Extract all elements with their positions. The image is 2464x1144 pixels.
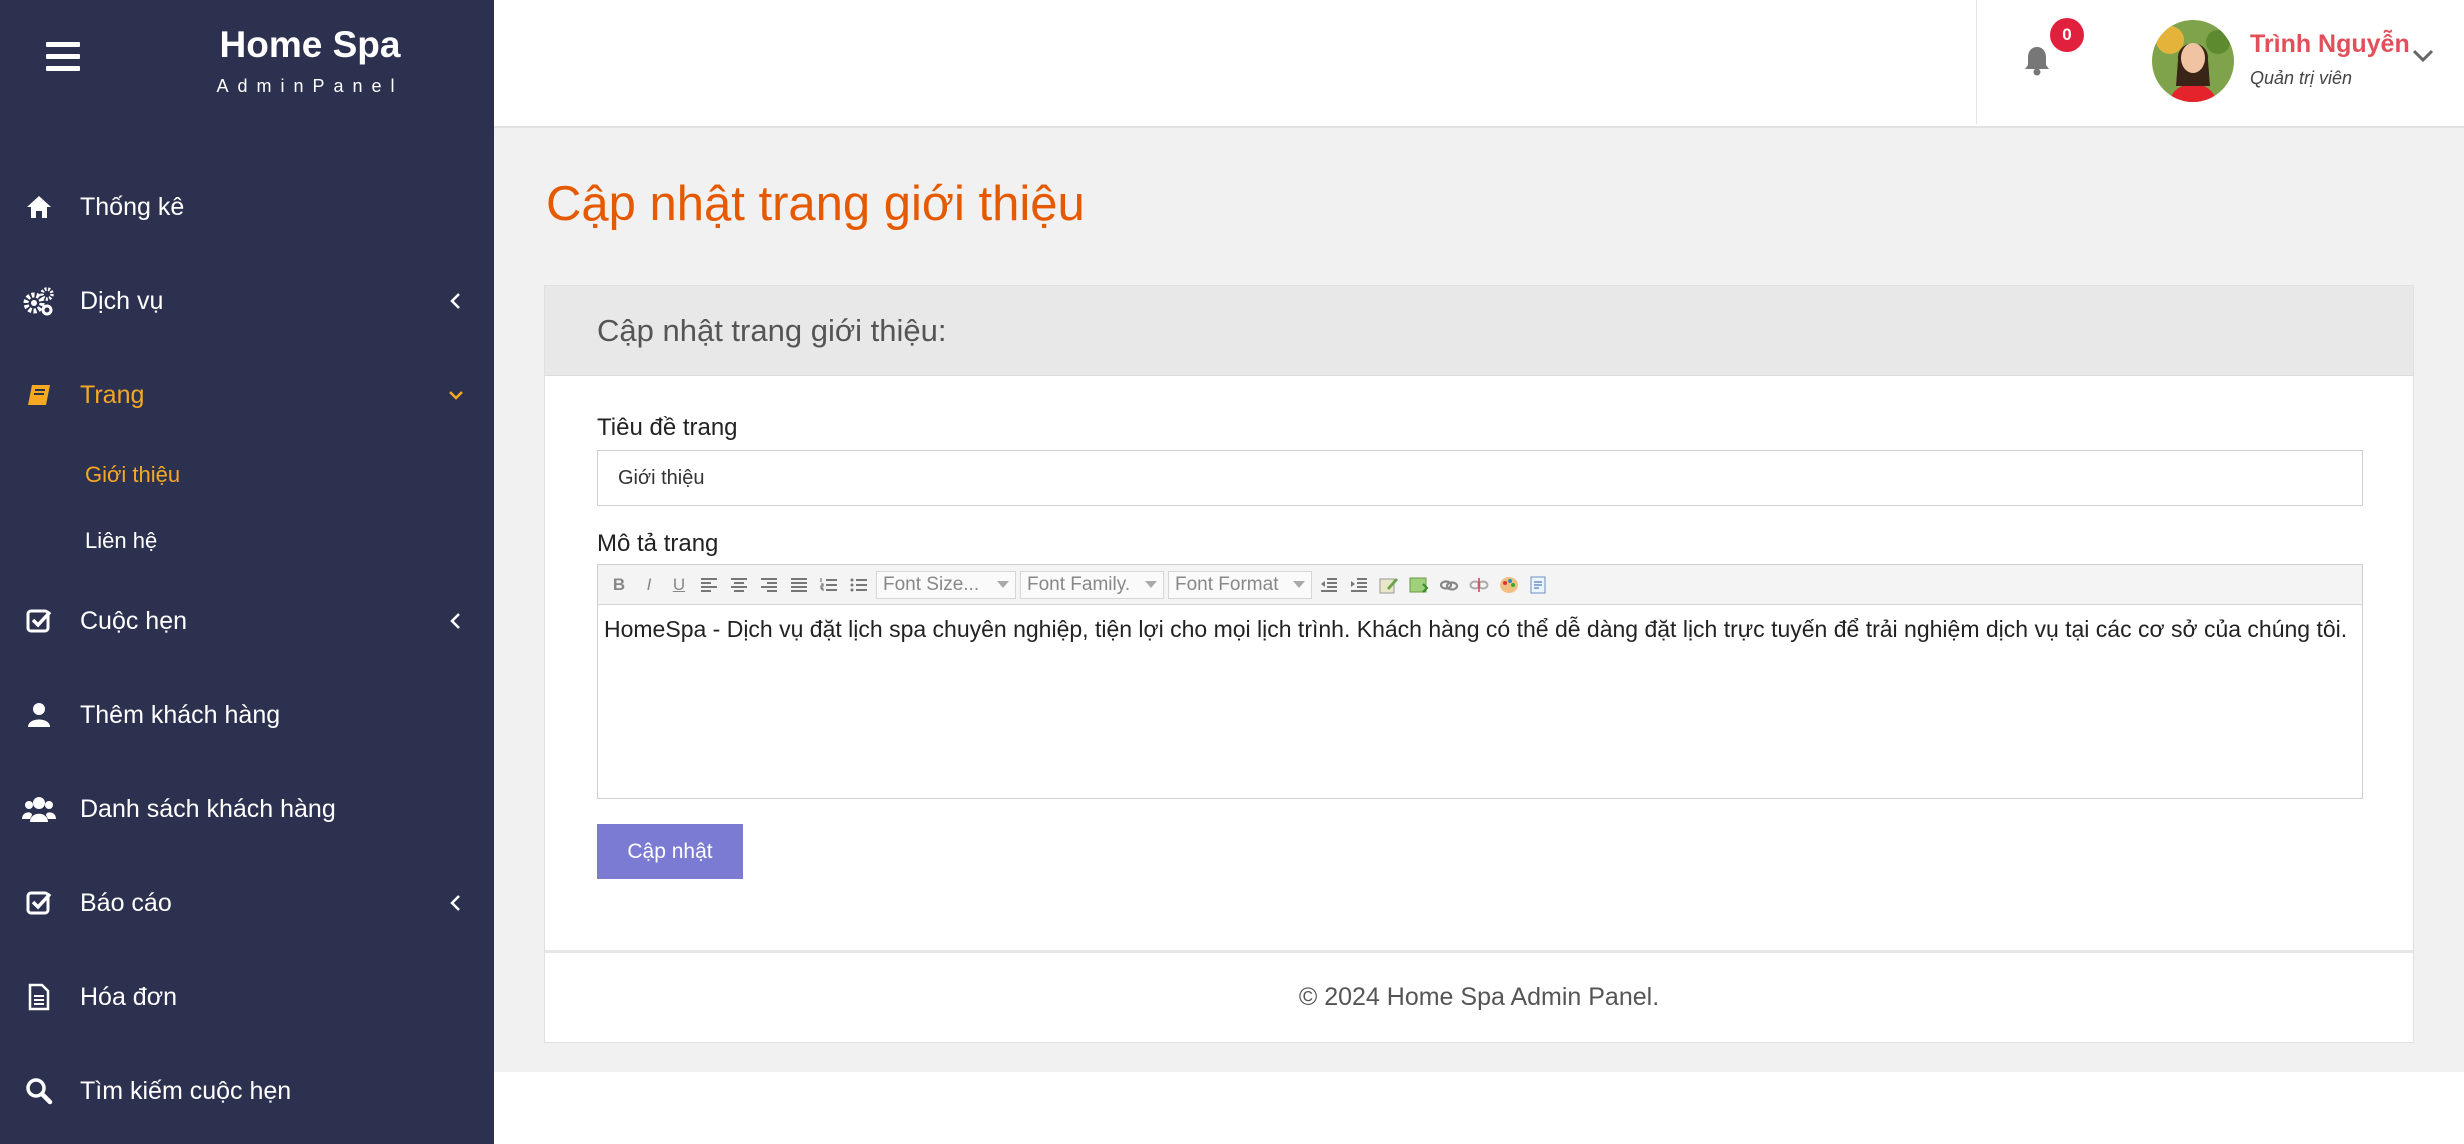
font-size-select[interactable]: Font Size... (876, 570, 1016, 599)
check-square-icon (22, 886, 56, 920)
header-divider (1976, 0, 1977, 124)
font-format-select-label: Font Format (1175, 573, 1279, 595)
sidebar-item-label: Cuộc hẹn (80, 606, 188, 635)
chevron-left-icon (446, 611, 466, 631)
sidebar-subitem-gioi-thieu[interactable]: Giới thiệu (0, 442, 494, 508)
sidebar-menu: Thống kê Dịch vụ Trang Giới thiệu Liên h… (0, 160, 494, 1138)
font-size-select-label: Font Size... (883, 573, 980, 595)
footer-text: © 2024 Home Spa Admin Panel. (545, 950, 2413, 1042)
user-icon (22, 698, 56, 732)
color-picker-icon[interactable] (1496, 571, 1522, 599)
notification-badge: 0 (2050, 18, 2084, 52)
search-icon (22, 1074, 56, 1108)
check-square-icon (22, 604, 56, 638)
gears-icon (22, 284, 56, 318)
chevron-left-icon (446, 291, 466, 311)
avatar[interactable] (2152, 20, 2234, 102)
unlink-icon[interactable] (1466, 571, 1492, 599)
sidebar-item-label: Báo cáo (80, 888, 172, 917)
bold-icon[interactable]: B (606, 571, 632, 599)
sidebar-item-cuoc-hen[interactable]: Cuộc hẹn (0, 574, 494, 668)
update-button[interactable]: Cập nhật (597, 824, 743, 879)
edit-icon[interactable] (1376, 571, 1402, 599)
page-title-input[interactable] (597, 450, 2363, 506)
font-family-select[interactable]: Font Family. (1020, 570, 1164, 599)
submenu-trang: Giới thiệu Liên hệ (0, 442, 494, 574)
indent-icon[interactable] (1346, 571, 1372, 599)
font-family-select-label: Font Family. (1027, 573, 1131, 595)
align-left-icon[interactable] (696, 571, 722, 599)
sidebar-item-label: Thêm khách hàng (80, 700, 281, 729)
brand-title: Home Spa (219, 24, 401, 65)
sidebar-item-label: Danh sách khách hàng (80, 794, 336, 823)
sidebar-item-hoa-don[interactable]: Hóa đơn (0, 950, 494, 1044)
chevron-down-icon[interactable] (2408, 40, 2438, 70)
sidebar-item-label: Tìm kiếm cuộc hẹn (80, 1076, 292, 1105)
user-role: Quản trị viên (2250, 68, 2353, 88)
sidebar-item-label: Hóa đơn (80, 982, 178, 1011)
sidebar: Home Spa AdminPanel Thống kê Dịch vụ Tra… (0, 0, 494, 1144)
main-content: Cập nhật trang giới thiệu Cập nhật trang… (494, 128, 2464, 1072)
editor-toolbar: B I U Font Size... Font Family. Font For… (598, 565, 2362, 605)
ordered-list-icon[interactable] (816, 571, 842, 599)
file-icon (22, 980, 56, 1014)
sidebar-item-trang[interactable]: Trang (0, 348, 494, 442)
title-field-label: Tiêu đề trang (597, 414, 738, 441)
link-icon[interactable] (1436, 571, 1462, 599)
italic-icon[interactable]: I (636, 571, 662, 599)
sidebar-item-thong-ke[interactable]: Thống kê (0, 160, 494, 254)
sidebar-item-label: Dịch vụ (80, 286, 164, 315)
sidebar-item-them-khach-hang[interactable]: Thêm khách hàng (0, 668, 494, 762)
chevron-left-icon (446, 893, 466, 913)
outdent-icon[interactable] (1316, 571, 1342, 599)
editor-content[interactable]: HomeSpa - Dịch vụ đặt lịch spa chuyên ng… (598, 605, 2362, 655)
align-center-icon[interactable] (726, 571, 752, 599)
sidebar-item-dich-vu[interactable]: Dịch vụ (0, 254, 494, 348)
align-justify-icon[interactable] (786, 571, 812, 599)
brand-subtitle: AdminPanel (216, 76, 404, 96)
sidebar-subitem-lien-he[interactable]: Liên hệ (0, 508, 494, 574)
align-right-icon[interactable] (756, 571, 782, 599)
source-code-icon[interactable] (1526, 571, 1552, 599)
chevron-down-icon (446, 385, 466, 405)
top-header: 0 Trình Nguyễn Quản trị viên (494, 0, 2464, 128)
description-field-label: Mô tả trang (597, 530, 719, 557)
bell-icon[interactable] (2022, 44, 2056, 80)
card-title: Cập nhật trang giới thiệu: (545, 286, 2413, 376)
sidebar-item-label: Trang (80, 380, 145, 409)
insert-image-icon[interactable] (1406, 571, 1432, 599)
user-name[interactable]: Trình Nguyễn (2250, 30, 2410, 59)
page-title: Cập nhật trang giới thiệu (546, 177, 1085, 231)
sidebar-item-tim-kiem-cuoc-hen[interactable]: Tìm kiếm cuộc hẹn (0, 1044, 494, 1138)
caret-down-icon (997, 581, 1009, 588)
unordered-list-icon[interactable] (846, 571, 872, 599)
form-card: Cập nhật trang giới thiệu: Tiêu đề trang… (544, 285, 2414, 1043)
sidebar-item-bao-cao[interactable]: Báo cáo (0, 856, 494, 950)
rich-text-editor: B I U Font Size... Font Family. Font For… (597, 564, 2363, 799)
brand[interactable]: Home Spa AdminPanel (170, 24, 450, 97)
book-icon (22, 378, 56, 412)
caret-down-icon (1145, 581, 1157, 588)
font-format-select[interactable]: Font Format (1168, 570, 1312, 599)
users-icon (22, 792, 56, 826)
underline-icon[interactable]: U (666, 571, 692, 599)
menu-toggle-icon[interactable] (46, 42, 80, 72)
caret-down-icon (1293, 581, 1305, 588)
home-icon (22, 190, 56, 224)
sidebar-item-danh-sach-khach-hang[interactable]: Danh sách khách hàng (0, 762, 494, 856)
sidebar-item-label: Thống kê (80, 192, 185, 221)
